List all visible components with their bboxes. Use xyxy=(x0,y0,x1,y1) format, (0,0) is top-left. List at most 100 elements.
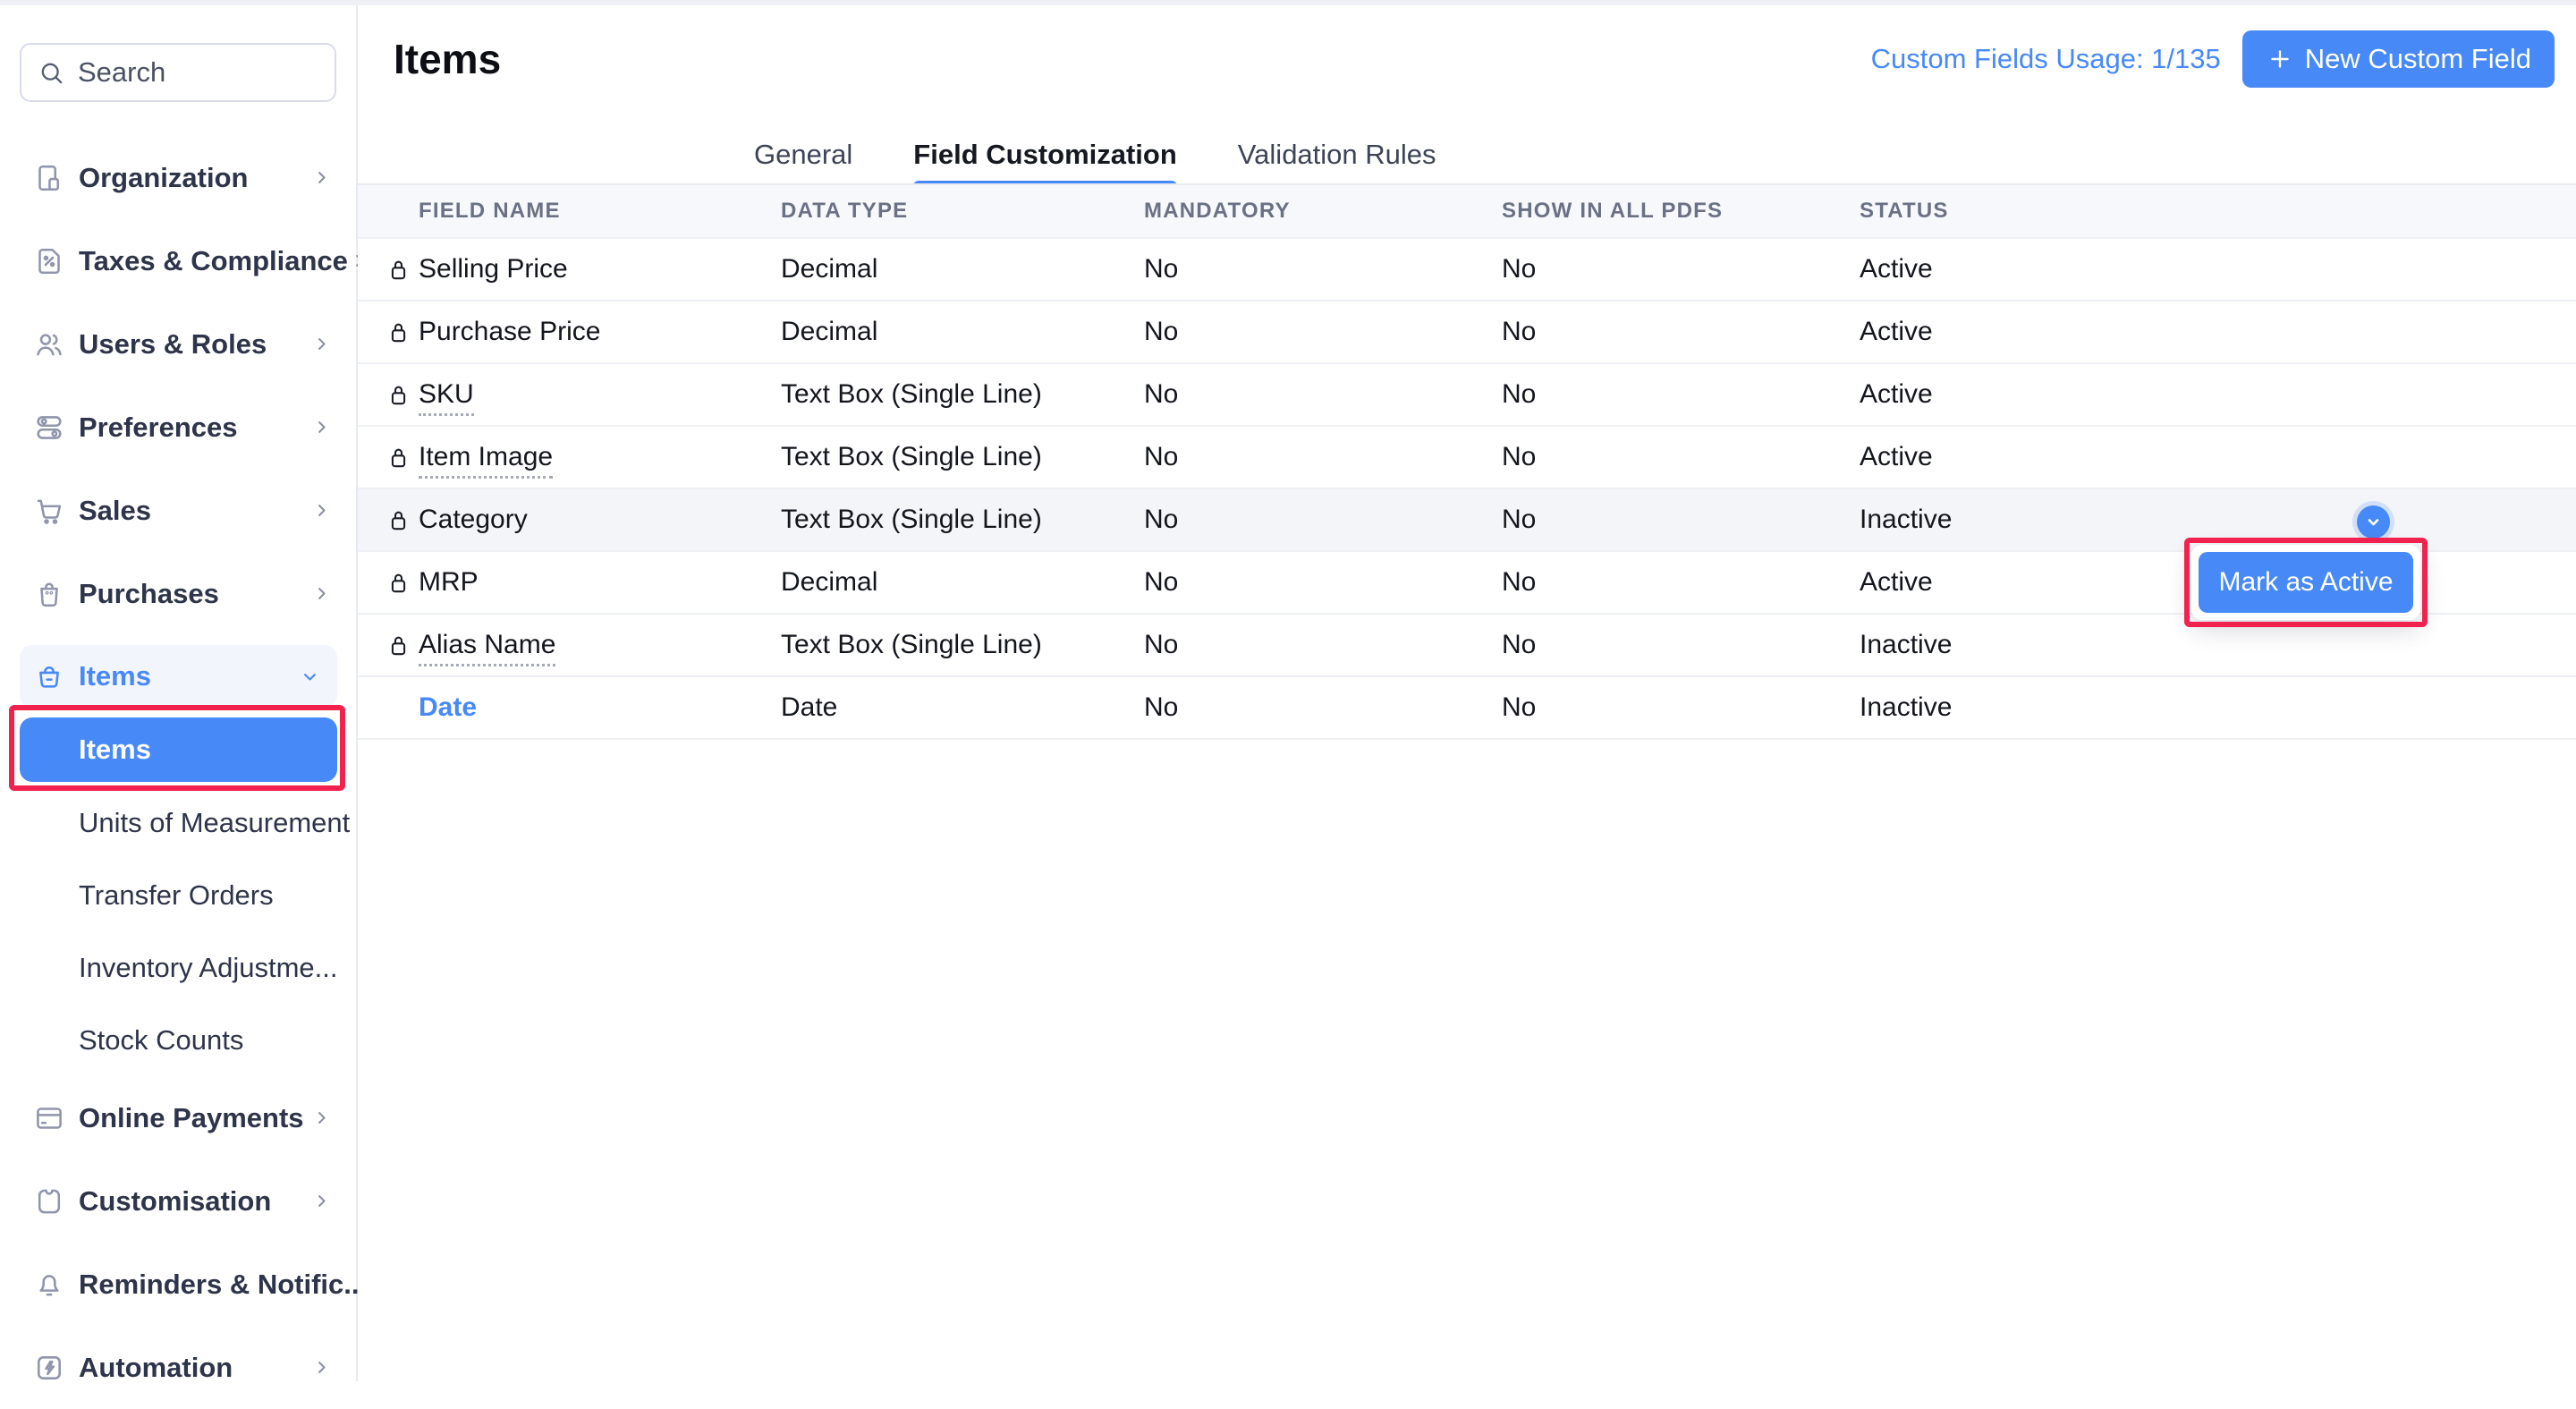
data-type-cell: Decimal xyxy=(781,567,1144,598)
page-title: Items xyxy=(394,34,501,84)
mandatory-cell: No xyxy=(1144,567,1502,598)
lock-icon xyxy=(385,506,412,534)
status-cell: Active xyxy=(1860,254,2576,284)
lock-icon xyxy=(385,256,412,284)
column-header-show-in-all-pdfs: SHOW IN ALL PDFS xyxy=(1502,199,1860,224)
data-type-cell: Text Box (Single Line) xyxy=(781,505,1144,535)
new-custom-field-label: New Custom Field xyxy=(2305,43,2531,75)
table-row-selling-price[interactable]: Selling PriceDecimalNoNoActive xyxy=(358,239,2576,301)
tab-general[interactable]: General xyxy=(754,138,852,172)
tab-bar: General Field Customization Validation R… xyxy=(754,138,1436,172)
table-row-alias-name[interactable]: Alias NameText Box (Single Line)NoNoInac… xyxy=(358,615,2576,677)
mark-as-active-button[interactable]: Mark as Active xyxy=(2199,552,2413,613)
search-input[interactable]: Search xyxy=(20,43,336,102)
table-row-sku[interactable]: SKUText Box (Single Line)NoNoActive xyxy=(358,364,2576,427)
sidebar-item-automation[interactable]: Automation xyxy=(0,1326,356,1409)
lock-icon xyxy=(385,632,412,659)
sidebar-item-purchases[interactable]: Purchases xyxy=(0,552,356,635)
sidebar-item-preferences[interactable]: Preferences xyxy=(0,386,356,469)
mandatory-cell: No xyxy=(1144,630,1502,660)
tab-validation-rules[interactable]: Validation Rules xyxy=(1238,138,1436,172)
show-in-all-pdfs-cell: No xyxy=(1502,254,1860,284)
fields-table: FIELD NAME DATA TYPE MANDATORY SHOW IN A… xyxy=(358,185,2576,740)
field-name-cell: Alias Name xyxy=(419,630,781,660)
reminders-notifications-icon xyxy=(33,1269,65,1301)
show-in-all-pdfs-cell: No xyxy=(1502,692,1860,723)
tab-field-customization[interactable]: Field Customization xyxy=(913,138,1177,172)
sidebar-item-sales[interactable]: Sales xyxy=(0,469,356,552)
sidebar-subitem-units-of-measurement[interactable]: Units of Measurement xyxy=(0,786,356,859)
table-row-date[interactable]: DateDateNoNoInactive xyxy=(358,677,2576,740)
row-action-popup: Mark as Active xyxy=(2191,545,2420,620)
table-header-row: FIELD NAME DATA TYPE MANDATORY SHOW IN A… xyxy=(358,185,2576,239)
lock-icon xyxy=(385,569,412,597)
sidebar-item-label: Customisation xyxy=(79,1185,271,1218)
main-content: Items Custom Fields Usage: 1/135 New Cus… xyxy=(358,5,2576,1381)
sidebar-subitem-inventory-adjustme[interactable]: Inventory Adjustme... xyxy=(0,931,356,1004)
chevron-right-icon xyxy=(310,582,333,605)
table-row-category[interactable]: CategoryText Box (Single Line)NoNoInacti… xyxy=(358,489,2576,552)
search-placeholder: Search xyxy=(78,56,165,89)
chevron-right-icon xyxy=(310,1107,333,1129)
new-custom-field-button[interactable]: New Custom Field xyxy=(2242,30,2555,88)
sidebar-item-taxes-compliance[interactable]: Taxes & Compliance xyxy=(0,219,356,302)
plus-icon xyxy=(2266,45,2294,73)
mandatory-cell: No xyxy=(1144,505,1502,535)
sidebar-item-label: Reminders & Notific... xyxy=(79,1269,367,1301)
taxes-compliance-icon xyxy=(33,245,65,277)
sidebar-item-users-roles[interactable]: Users & Roles xyxy=(0,302,356,386)
lock-icon-cell xyxy=(385,318,419,346)
chevron-down-icon xyxy=(2364,513,2383,531)
sidebar-subitem-stock-counts[interactable]: Stock Counts xyxy=(0,1004,356,1076)
sidebar-item-customisation[interactable]: Customisation xyxy=(0,1159,356,1243)
items-icon xyxy=(33,660,65,692)
online-payments-icon xyxy=(33,1102,65,1134)
field-name-cell: Purchase Price xyxy=(419,317,781,347)
lock-icon-cell xyxy=(385,256,419,284)
users-roles-icon xyxy=(33,328,65,361)
sidebar-item-label: Sales xyxy=(79,495,151,527)
sidebar-item-organization[interactable]: Organization xyxy=(0,136,356,219)
sidebar-item-reminders-notific[interactable]: Reminders & Notific... xyxy=(0,1243,356,1326)
sidebar-subitem-transfer-orders[interactable]: Transfer Orders xyxy=(0,859,356,931)
table-row-item-image[interactable]: Item ImageText Box (Single Line)NoNoActi… xyxy=(358,427,2576,489)
sidebar-subitem-items[interactable]: Items xyxy=(20,717,337,782)
row-actions-expand-button[interactable] xyxy=(2357,505,2390,539)
search-icon xyxy=(38,59,65,87)
mandatory-cell: No xyxy=(1144,692,1502,723)
header-actions: Custom Fields Usage: 1/135 New Custom Fi… xyxy=(1871,30,2555,88)
data-type-cell: Text Box (Single Line) xyxy=(781,630,1144,660)
sidebar-item-online-payments[interactable]: Online Payments xyxy=(0,1076,356,1159)
field-name-cell: Item Image xyxy=(419,442,781,472)
data-type-cell: Text Box (Single Line) xyxy=(781,442,1144,472)
sidebar-item-label: Purchases xyxy=(79,578,219,610)
sales-icon xyxy=(33,495,65,527)
field-name-cell[interactable]: Date xyxy=(419,692,781,723)
column-header-data-type: DATA TYPE xyxy=(781,199,1144,224)
table-row-purchase-price[interactable]: Purchase PriceDecimalNoNoActive xyxy=(358,301,2576,364)
status-cell: Active xyxy=(1860,442,2576,472)
field-name-cell: Category xyxy=(419,505,781,535)
sidebar-item-label: Organization xyxy=(79,162,248,194)
sidebar-item-label: Preferences xyxy=(79,412,238,444)
sidebar-item-label: Users & Roles xyxy=(79,328,267,361)
sidebar-item-label: Automation xyxy=(79,1352,233,1384)
chevron-right-icon xyxy=(310,499,333,522)
data-type-cell: Decimal xyxy=(781,317,1144,347)
custom-fields-usage-link[interactable]: Custom Fields Usage: 1/135 xyxy=(1871,43,2221,75)
status-cell: Active xyxy=(1860,379,2576,410)
sidebar-item-items[interactable]: Items xyxy=(20,645,337,708)
table-body: Selling PriceDecimalNoNoActivePurchase P… xyxy=(358,239,2576,740)
lock-icon xyxy=(385,444,412,471)
show-in-all-pdfs-cell: No xyxy=(1502,317,1860,347)
field-name-cell: Selling Price xyxy=(419,254,781,284)
sidebar-item-label: Online Payments xyxy=(79,1102,304,1134)
chevron-right-icon xyxy=(310,1356,333,1379)
lock-icon-cell xyxy=(385,569,419,597)
column-header-field-name: FIELD NAME xyxy=(419,199,781,224)
chevron-right-icon xyxy=(310,1190,333,1212)
status-cell: Active xyxy=(1860,317,2576,347)
organization-icon xyxy=(33,162,65,194)
column-header-status: STATUS xyxy=(1860,199,2576,224)
automation-icon xyxy=(33,1352,65,1384)
